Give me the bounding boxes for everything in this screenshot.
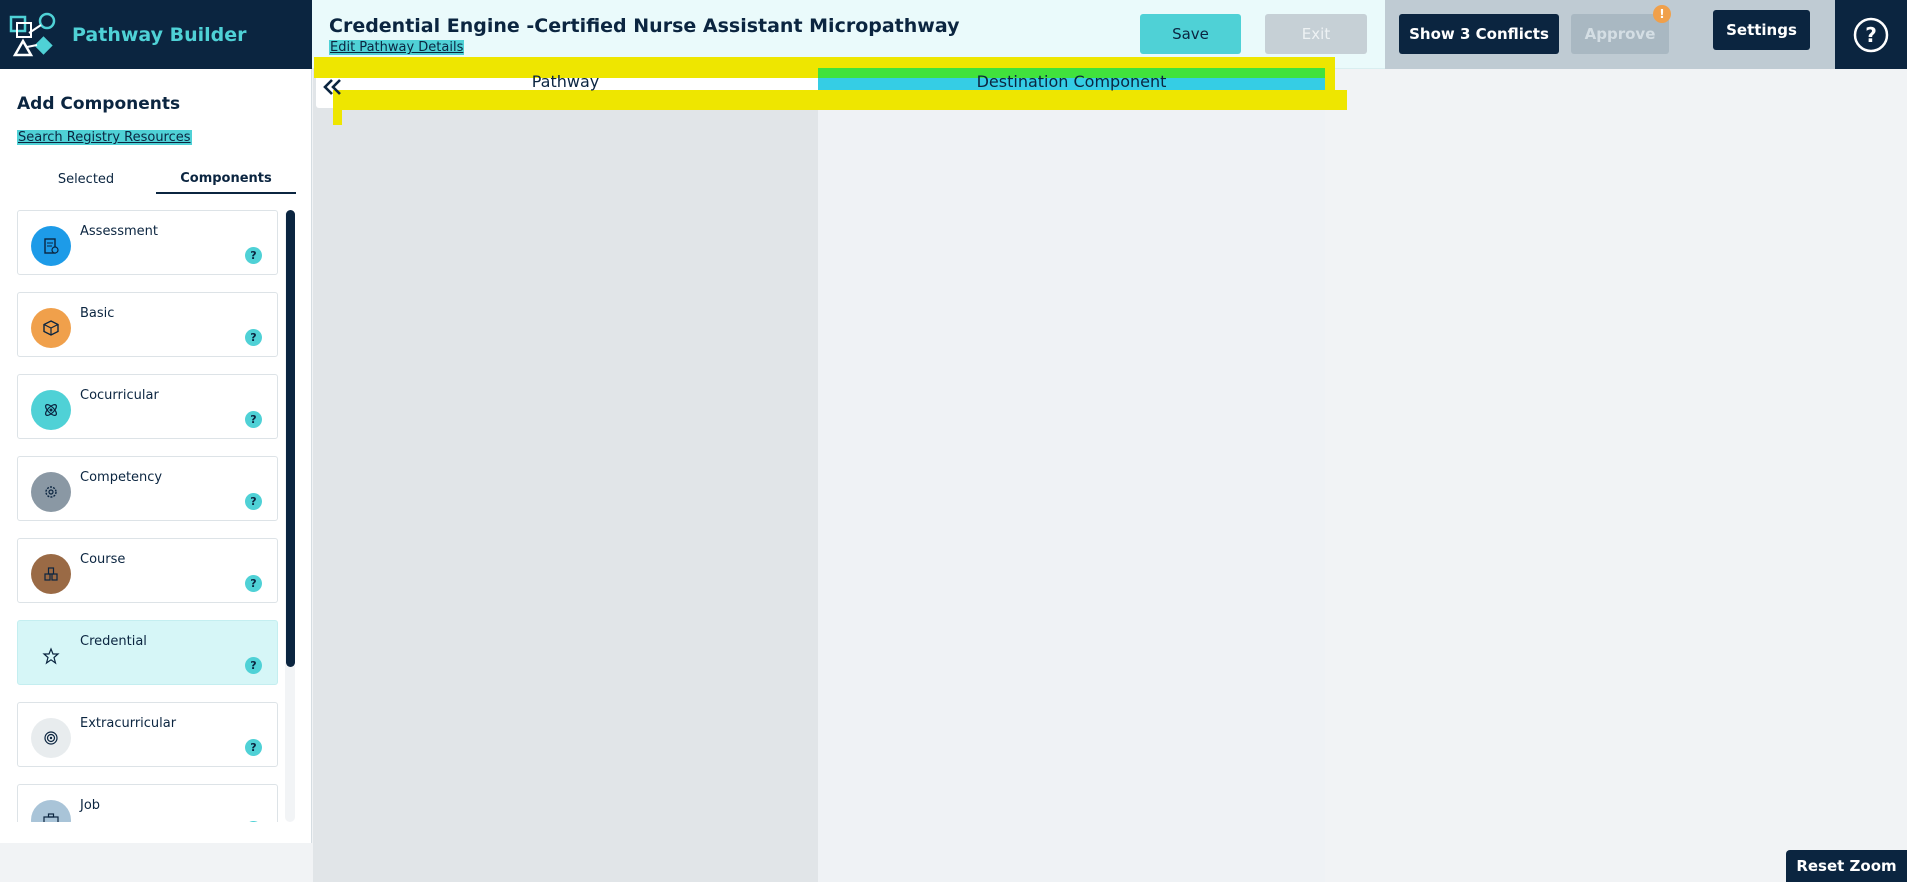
- header-actions: Show 3 Conflicts Approve ! Settings: [1385, 0, 1835, 69]
- svg-text:?: ?: [1865, 23, 1877, 47]
- tab-components[interactable]: Components: [156, 164, 296, 194]
- component-card-job[interactable]: Job ?: [17, 784, 278, 822]
- exit-button[interactable]: Exit: [1265, 14, 1367, 54]
- approve-warning-badge: !: [1653, 5, 1671, 23]
- help-icon[interactable]: ?: [245, 575, 262, 592]
- help-icon[interactable]: ?: [245, 329, 262, 346]
- component-label: Extracurricular: [80, 716, 177, 731]
- component-label: Job: [80, 798, 101, 813]
- edit-pathway-details-link[interactable]: Edit Pathway Details: [329, 40, 465, 55]
- sidebar-footer: [0, 843, 312, 882]
- scrollbar-thumb[interactable]: [286, 210, 295, 667]
- component-card-course[interactable]: Course ?: [17, 538, 278, 603]
- brand-bar: Pathway Builder: [0, 0, 312, 69]
- help-icon[interactable]: ?: [245, 411, 262, 428]
- component-card-cocurricular[interactable]: Cocurricular ?: [17, 374, 278, 439]
- settings-button[interactable]: Settings: [1713, 10, 1810, 50]
- help-icon[interactable]: ?: [245, 493, 262, 510]
- reset-zoom-button[interactable]: Reset Zoom: [1786, 850, 1907, 882]
- cube-icon: [31, 308, 71, 348]
- show-conflicts-button[interactable]: Show 3 Conflicts: [1399, 14, 1559, 54]
- target-icon: [31, 718, 71, 758]
- component-label: Credential: [80, 634, 147, 649]
- sidebar-title: Add Components: [17, 94, 181, 114]
- briefcase-icon: [31, 800, 71, 822]
- add-components-sidebar: Add Components Search Registry Resources…: [0, 69, 312, 843]
- component-card-basic[interactable]: Basic ?: [17, 292, 278, 357]
- help-icon: ?: [1853, 17, 1889, 52]
- assessment-icon: [31, 226, 71, 266]
- help-icon[interactable]: ?: [245, 657, 262, 674]
- component-label: Course: [80, 552, 126, 567]
- component-card-extracurricular[interactable]: Extracurricular ?: [17, 702, 278, 767]
- column-header-destination: Destination Component: [976, 72, 1167, 91]
- column-header-pathway: Pathway: [531, 72, 600, 91]
- help-icon[interactable]: ?: [245, 247, 262, 264]
- help-icon[interactable]: ?: [245, 821, 262, 822]
- component-label: Competency: [80, 470, 163, 485]
- destination-column: [818, 69, 1325, 882]
- component-label: Cocurricular: [80, 388, 159, 403]
- component-card-assessment[interactable]: Assessment ?: [17, 210, 278, 275]
- canvas-area: [1325, 69, 1907, 882]
- component-list: Assessment ? Basic ? Cocurricular ? Comp…: [17, 210, 279, 822]
- component-label: Basic: [80, 306, 115, 321]
- help-button[interactable]: ?: [1835, 0, 1907, 69]
- pathway-logo-icon: [9, 12, 56, 56]
- app-title: Pathway Builder: [72, 23, 247, 46]
- save-button[interactable]: Save: [1140, 14, 1241, 54]
- component-label: Assessment: [80, 224, 158, 239]
- component-card-credential[interactable]: Credential ?: [17, 620, 278, 685]
- tab-selected[interactable]: Selected: [17, 164, 155, 194]
- gear-icon: [31, 472, 71, 512]
- component-card-competency[interactable]: Competency ?: [17, 456, 278, 521]
- search-registry-link[interactable]: Search Registry Resources: [17, 130, 192, 145]
- pathway-column: [313, 69, 818, 882]
- star-icon: [31, 636, 71, 676]
- app-root: Pathway Builder Credential Engine -Certi…: [0, 0, 1907, 882]
- page-title: Credential Engine -Certified Nurse Assis…: [329, 15, 960, 37]
- atom-icon: [31, 390, 71, 430]
- help-icon[interactable]: ?: [245, 739, 262, 756]
- highlight-overlay: [333, 90, 1347, 110]
- books-icon: [31, 554, 71, 594]
